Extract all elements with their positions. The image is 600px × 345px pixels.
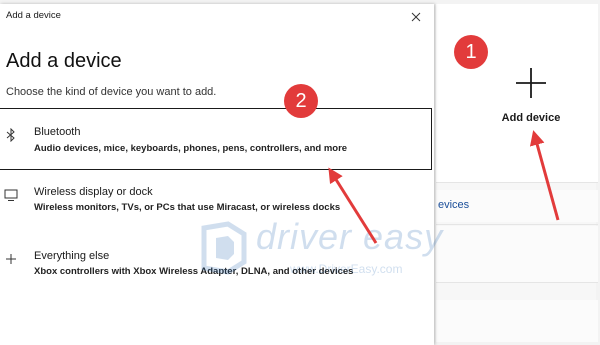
watermark-url: www.DriverEasy.com xyxy=(290,262,403,276)
add-device-button[interactable]: Add device xyxy=(486,60,576,135)
annotation-badge-1: 1 xyxy=(454,35,488,69)
plus-icon xyxy=(4,251,18,267)
option-title: Everything else xyxy=(34,250,110,262)
bluetooth-icon xyxy=(4,127,18,143)
watermark-brand: driver easy xyxy=(256,216,444,257)
plus-icon xyxy=(516,68,546,98)
settings-row xyxy=(436,226,598,282)
annotation-badge-2: 2 xyxy=(284,84,318,118)
close-button[interactable] xyxy=(404,7,428,27)
watermark: driver easy www.DriverEasy.com xyxy=(198,212,448,286)
close-icon xyxy=(411,12,421,22)
add-device-dialog: Add a device Add a device Choose the kin… xyxy=(0,4,434,345)
monitor-icon xyxy=(4,187,18,203)
devices-link[interactable]: evices xyxy=(438,199,469,211)
option-bluetooth[interactable]: Bluetooth Audio devices, mice, keyboards… xyxy=(0,108,432,170)
divider xyxy=(436,282,598,283)
dialog-subtitle: Choose the kind of device you want to ad… xyxy=(6,86,217,98)
driver-easy-logo-icon xyxy=(201,221,247,275)
dialog-heading: Add a device xyxy=(6,50,122,72)
add-device-label: Add device xyxy=(501,112,561,124)
devices-row[interactable]: evices xyxy=(436,190,598,222)
option-title: Bluetooth xyxy=(34,126,81,138)
dialog-titlebar: Add a device xyxy=(0,4,434,28)
dialog-titlebar-text: Add a device xyxy=(6,10,61,21)
option-description: Audio devices, mice, keyboards, phones, … xyxy=(34,143,348,154)
divider xyxy=(436,224,598,225)
settings-row xyxy=(436,300,598,342)
option-title: Wireless display or dock xyxy=(34,186,153,198)
divider xyxy=(436,182,598,183)
